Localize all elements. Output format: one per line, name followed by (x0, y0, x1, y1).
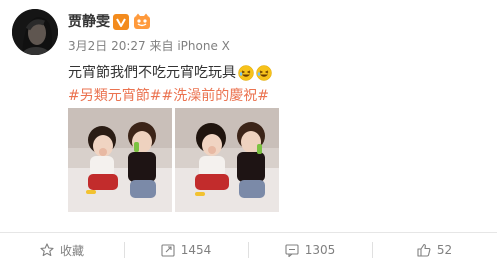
avatar[interactable] (12, 9, 58, 55)
repost-icon (161, 244, 175, 257)
post-meta: 3月2日 20:27 来自 iPhone X (68, 39, 230, 53)
repost-button[interactable]: 1454 (124, 233, 248, 267)
photo-kids-2 (175, 108, 279, 212)
comment-icon (285, 244, 299, 257)
post-text: 元宵節我們不吃元宵吃玩具 (68, 64, 272, 82)
post-hashtags[interactable]: #另類元宵節##洗澡前的慶祝# (68, 87, 269, 105)
star-icon (40, 243, 54, 257)
thumbs-up-icon (417, 243, 431, 257)
like-count: 52 (436, 243, 453, 257)
post-text-content: 元宵節我們不吃元宵吃玩具 (68, 65, 236, 81)
verified-v-icon (113, 14, 129, 30)
vip-level-icon[interactable] (133, 13, 151, 31)
comment-count: 1305 (304, 243, 336, 257)
laughing-emoji-icon (256, 65, 272, 81)
post-time[interactable]: 3月2日 20:27 (68, 39, 146, 53)
post-image-2[interactable] (175, 108, 279, 212)
favorite-button[interactable]: 收藏 (0, 233, 124, 267)
photo-kids-1 (68, 108, 172, 212)
comment-button[interactable]: 1305 (248, 233, 372, 267)
avatar-image (12, 9, 58, 55)
username[interactable]: 贾静雯 (68, 14, 110, 30)
post-source: iPhone X (177, 39, 230, 53)
post-image-1[interactable] (68, 108, 172, 212)
laughing-emoji-icon (238, 65, 254, 81)
like-button[interactable]: 52 (372, 233, 497, 267)
source-prefix: 来自 (149, 39, 174, 53)
repost-count: 1454 (180, 243, 212, 257)
favorite-label: 收藏 (59, 243, 84, 258)
